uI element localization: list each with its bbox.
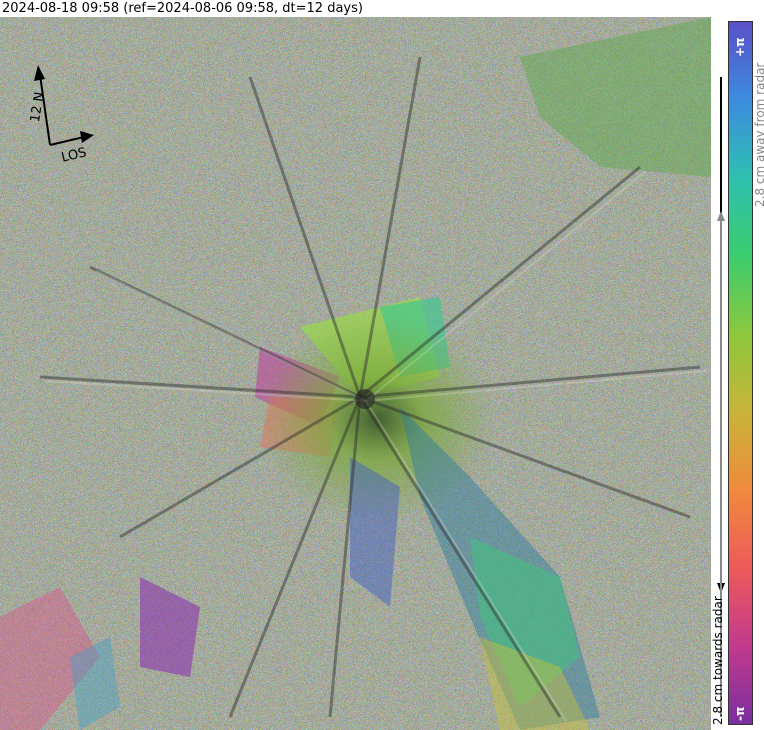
los-arrow-icon [80,131,94,143]
colorbar-top-tick: +π [733,37,747,57]
colorbar-gradient [728,21,753,725]
colorbar: +π -π 2.8 cm away from radar 2.8 cm towa… [711,17,764,730]
compass: 12 N LOS [18,57,108,166]
away-label: 2.8 cm away from radar [753,62,764,207]
away-arrow-icon [717,211,725,221]
colorbar-bottom-tick: -π [733,706,747,721]
interferogram-map[interactable]: 12 N LOS [0,17,711,730]
north-arrow-icon [34,65,45,81]
image-title: 2024-08-18 09:58 (ref=2024-08-06 09:58, … [2,1,363,16]
towards-label: 2.8 cm towards radar [711,596,725,725]
